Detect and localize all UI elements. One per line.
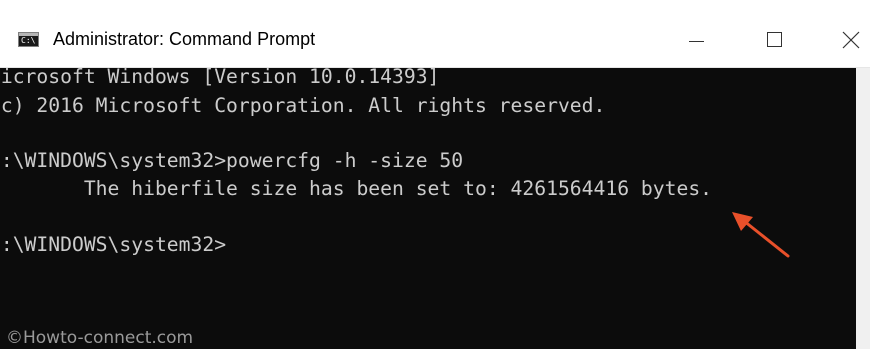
command-prompt-window: C:\ Administrator: Command Prompt Micros… bbox=[0, 12, 870, 349]
title-bar[interactable]: C:\ Administrator: Command Prompt bbox=[0, 12, 870, 68]
console-line-result: The hiberfile size has been set to: 4261… bbox=[0, 177, 713, 200]
close-icon bbox=[842, 31, 860, 49]
maximize-button[interactable] bbox=[742, 12, 812, 67]
arrow-icon bbox=[732, 212, 790, 258]
maximize-icon bbox=[767, 32, 782, 47]
console-line-copyright: (c) 2016 Microsoft Corporation. All righ… bbox=[0, 94, 606, 117]
console-icon-glyph: C:\ bbox=[21, 36, 36, 45]
vertical-scrollbar[interactable] bbox=[856, 68, 870, 349]
minimize-icon bbox=[689, 41, 704, 42]
watermark: ©Howto-connect.com bbox=[6, 328, 194, 348]
console-line-version: Microsoft Windows [Version 10.0.14393] bbox=[0, 68, 440, 88]
console-line-prompt: C:\WINDOWS\system32> bbox=[0, 233, 227, 256]
console-output[interactable]: Microsoft Windows [Version 10.0.14393] (… bbox=[0, 68, 870, 349]
close-button[interactable] bbox=[820, 12, 870, 67]
window-title: Administrator: Command Prompt bbox=[53, 29, 316, 49]
console-icon[interactable]: C:\ bbox=[18, 32, 39, 47]
minimize-button[interactable] bbox=[662, 12, 732, 67]
console-line-command: C:\WINDOWS\system32>powercfg -h -size 50 bbox=[0, 149, 464, 172]
